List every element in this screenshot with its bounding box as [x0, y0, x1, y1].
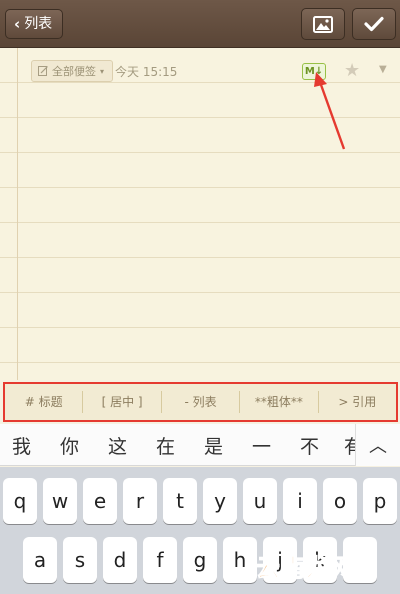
collapse-candidates-button[interactable]: ︿: [355, 424, 400, 466]
markdown-toolbar: # 标题 [ 居中 ] - 列表 **粗体** > 引用: [3, 382, 398, 422]
key-p[interactable]: p: [363, 478, 397, 524]
candidate-word[interactable]: 这: [108, 432, 127, 459]
key-w[interactable]: w: [43, 478, 77, 524]
chevron-left-icon: ‹: [14, 15, 21, 33]
candidate-word[interactable]: 不: [300, 432, 319, 459]
chevron-up-icon: ︿: [369, 436, 387, 457]
candidate-word[interactable]: 一: [252, 432, 271, 459]
key-f[interactable]: f: [143, 537, 177, 583]
key-s[interactable]: s: [63, 537, 97, 583]
md-heading-button[interactable]: # 标题: [5, 391, 84, 413]
key-h[interactable]: h: [223, 537, 257, 583]
category-selector[interactable]: 全部便签 ▾: [31, 60, 114, 82]
top-bar: ‹ 列表: [0, 0, 400, 48]
candidate-word[interactable]: 你: [60, 432, 79, 459]
key-t[interactable]: t: [163, 478, 197, 524]
candidate-word[interactable]: 是: [204, 432, 223, 459]
candidate-word[interactable]: 我: [12, 432, 31, 459]
key-r[interactable]: r: [123, 478, 157, 524]
md-bold-button[interactable]: **粗体**: [240, 391, 319, 413]
check-icon: [364, 16, 384, 32]
watermark-logo: 云南龙网: [256, 548, 376, 588]
done-button[interactable]: [352, 8, 396, 40]
image-icon: [313, 15, 333, 33]
candidate-word[interactable]: 在: [156, 432, 175, 459]
more-options-dropdown-icon[interactable]: ▼: [379, 64, 387, 75]
md-center-button[interactable]: [ 居中 ]: [83, 391, 162, 413]
paper-margin-line: [17, 48, 18, 380]
ime-candidate-bar: 我 你 这 在 是 一 不 有 ︿: [0, 424, 400, 466]
key-d[interactable]: d: [103, 537, 137, 583]
key-o[interactable]: o: [323, 478, 357, 524]
edit-note-icon: [38, 66, 48, 76]
key-a[interactable]: a: [23, 537, 57, 583]
key-u[interactable]: u: [243, 478, 277, 524]
chevron-down-icon: ▾: [100, 66, 105, 76]
key-e[interactable]: e: [83, 478, 117, 524]
key-g[interactable]: g: [183, 537, 217, 583]
md-quote-button[interactable]: > 引用: [319, 391, 396, 413]
watermark-text: 云南龙网: [256, 554, 356, 583]
key-i[interactable]: i: [283, 478, 317, 524]
back-to-list-button[interactable]: ‹ 列表: [5, 9, 64, 39]
key-y[interactable]: y: [203, 478, 237, 524]
insert-image-button[interactable]: [301, 8, 345, 40]
note-timestamp: 今天 15:15: [115, 65, 178, 79]
back-button-label: 列表: [24, 16, 53, 32]
md-list-button[interactable]: - 列表: [162, 391, 241, 413]
category-label: 全部便签: [52, 65, 96, 78]
annotation-arrow: [314, 72, 346, 150]
key-q[interactable]: q: [3, 478, 37, 524]
